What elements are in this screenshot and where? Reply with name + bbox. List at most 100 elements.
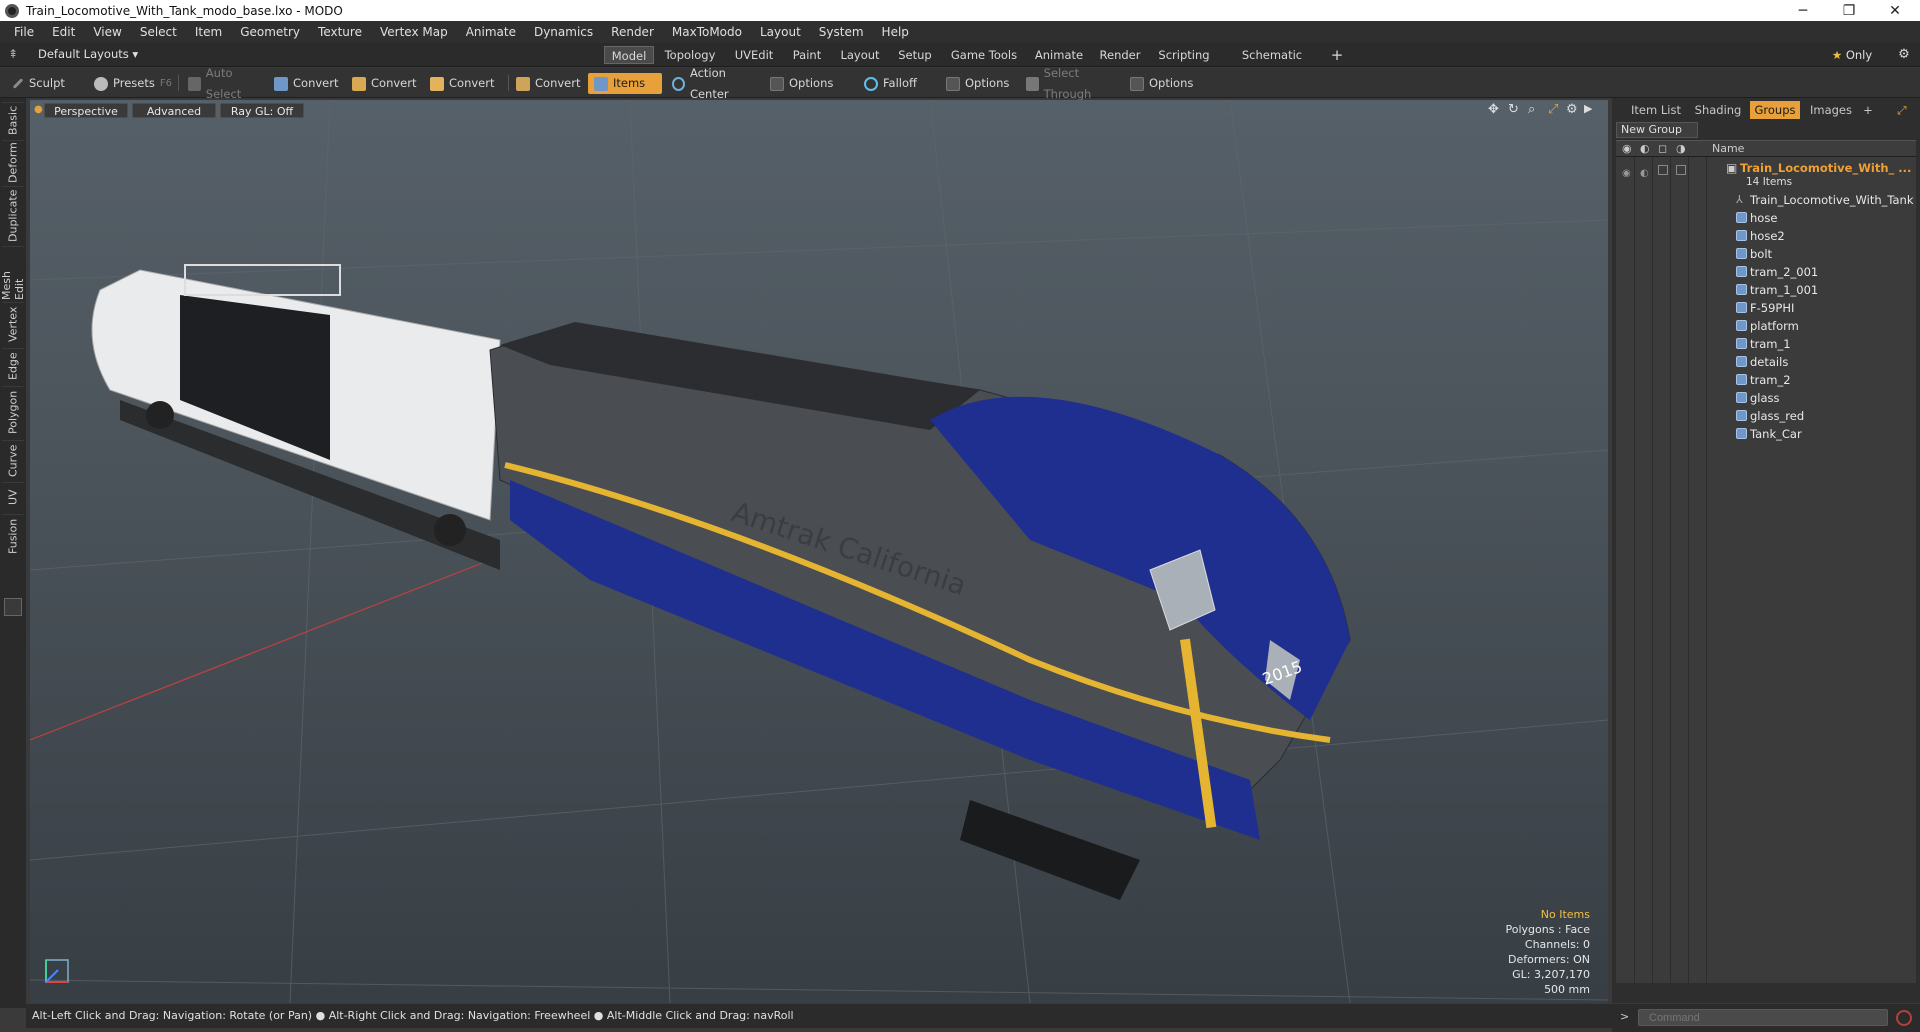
visibility-column-icon[interactable]: ◉ bbox=[1622, 142, 1632, 155]
tab-topology[interactable]: Topology bbox=[658, 46, 722, 64]
list-item[interactable]: F-59PHI bbox=[1616, 299, 1916, 317]
list-item[interactable]: ⅄ Train_Locomotive_With_Tank bbox=[1616, 191, 1916, 209]
tab-layout[interactable]: Layout bbox=[834, 46, 886, 64]
menu-texture[interactable]: Texture bbox=[309, 25, 371, 39]
vtab-deform[interactable]: Deform bbox=[2, 140, 24, 184]
tab-images[interactable]: Images bbox=[1804, 101, 1858, 119]
close-button[interactable]: ✕ bbox=[1872, 0, 1918, 21]
zoom-icon[interactable]: ⌕ bbox=[1528, 102, 1535, 117]
render-column-icon[interactable]: ◐ bbox=[1640, 142, 1650, 155]
gear-icon[interactable]: ⚙ bbox=[1894, 46, 1914, 64]
menu-render[interactable]: Render bbox=[602, 25, 663, 39]
select-column-icon[interactable]: ◑ bbox=[1676, 142, 1686, 155]
select-through-button[interactable]: Select Through bbox=[1020, 66, 1122, 101]
render-toggle-icon[interactable]: ◐ bbox=[1640, 165, 1649, 183]
name-column-header[interactable]: Name bbox=[1712, 142, 1744, 155]
layout-collapse-icon[interactable]: ⇞ bbox=[8, 47, 18, 61]
menu-help[interactable]: Help bbox=[873, 25, 918, 39]
falloff-options-button[interactable]: Options bbox=[940, 73, 1020, 94]
vtab-basic[interactable]: Basic bbox=[2, 102, 24, 138]
menu-layout[interactable]: Layout bbox=[751, 25, 810, 39]
record-icon[interactable] bbox=[1896, 1010, 1912, 1026]
tab-setup[interactable]: Setup bbox=[892, 46, 938, 64]
view-mode-button[interactable]: Perspective bbox=[44, 103, 128, 118]
tab-shading[interactable]: Shading bbox=[1690, 101, 1746, 119]
menu-maxtomodo[interactable]: MaxToModo bbox=[663, 25, 751, 39]
menu-animate[interactable]: Animate bbox=[457, 25, 525, 39]
vtab-fusion[interactable]: Fusion bbox=[2, 514, 24, 558]
menu-select[interactable]: Select bbox=[131, 25, 186, 39]
shading-mode-button[interactable]: Advanced bbox=[132, 103, 216, 118]
list-item[interactable]: tram_1 bbox=[1616, 335, 1916, 353]
items-mode-button[interactable]: Items bbox=[588, 73, 662, 94]
new-group-button[interactable]: New Group bbox=[1616, 122, 1698, 138]
panel-expand-icon[interactable]: ⤢ bbox=[1892, 101, 1912, 119]
vtab-vertex[interactable]: Vertex bbox=[2, 302, 24, 346]
action-center-options-button[interactable]: Options bbox=[764, 73, 852, 94]
auto-select-button[interactable]: Auto Select bbox=[182, 66, 266, 101]
menu-dynamics[interactable]: Dynamics bbox=[525, 25, 602, 39]
presets-button[interactable]: Presets F6 bbox=[88, 73, 174, 94]
fit-icon[interactable]: ⤢ bbox=[1548, 102, 1558, 117]
list-item[interactable]: details bbox=[1616, 353, 1916, 371]
list-item[interactable]: tram_2 bbox=[1616, 371, 1916, 389]
falloff-button[interactable]: Falloff bbox=[858, 73, 938, 94]
menu-edit[interactable]: Edit bbox=[43, 25, 84, 39]
only-toggle[interactable]: ★ Only bbox=[1816, 46, 1888, 64]
panel-toggle-icon[interactable] bbox=[4, 598, 22, 616]
tab-schematic-fusion[interactable]: Schematic Fusion bbox=[1222, 46, 1322, 80]
menu-file[interactable]: File bbox=[5, 25, 43, 39]
tab-render[interactable]: Render bbox=[1094, 46, 1146, 64]
convert-polygon-button[interactable]: Convert bbox=[424, 73, 506, 94]
command-input[interactable] bbox=[1638, 1009, 1888, 1026]
tab-game-tools[interactable]: Game Tools bbox=[944, 46, 1024, 64]
list-item[interactable]: Tank_Car bbox=[1616, 425, 1916, 443]
menu-vertex-map[interactable]: Vertex Map bbox=[371, 25, 457, 39]
vtab-mesh-edit[interactable]: Mesh Edit bbox=[0, 246, 26, 300]
list-item[interactable]: hose2 bbox=[1616, 227, 1916, 245]
add-panel-tab-button[interactable]: + bbox=[1860, 101, 1876, 119]
vtab-polygon[interactable]: Polygon bbox=[2, 386, 24, 438]
menu-item[interactable]: Item bbox=[186, 25, 231, 39]
tab-groups[interactable]: Groups bbox=[1750, 101, 1800, 119]
list-item[interactable]: tram_2_001 bbox=[1616, 263, 1916, 281]
convert-vertex-button[interactable]: Convert bbox=[268, 73, 346, 94]
menu-view[interactable]: View bbox=[84, 25, 130, 39]
tab-paint[interactable]: Paint bbox=[786, 46, 828, 64]
select-through-options-button[interactable]: Options bbox=[1124, 73, 1206, 94]
layout-selector[interactable]: Default Layouts ▾ bbox=[38, 47, 138, 61]
pan-icon[interactable]: ✥ bbox=[1488, 102, 1499, 117]
action-center-button[interactable]: Action Center bbox=[666, 66, 760, 101]
vtab-curve[interactable]: Curve bbox=[2, 440, 24, 480]
viewport-expand-icon[interactable]: ▶ bbox=[1584, 102, 1592, 115]
list-item[interactable]: hose bbox=[1616, 209, 1916, 227]
list-item[interactable]: bolt bbox=[1616, 245, 1916, 263]
rotate-icon[interactable]: ↻ bbox=[1508, 102, 1519, 117]
convert-item-button[interactable]: Convert bbox=[510, 73, 586, 94]
list-item[interactable]: glass bbox=[1616, 389, 1916, 407]
convert-edge-button[interactable]: Convert bbox=[346, 73, 424, 94]
list-item[interactable]: platform bbox=[1616, 317, 1916, 335]
tab-animate[interactable]: Animate bbox=[1030, 46, 1088, 64]
group-row[interactable]: ◉ ◐ ▣ Train_Locomotive_With_ ... 14 Item… bbox=[1616, 159, 1916, 189]
tab-uvedit[interactable]: UVEdit bbox=[726, 46, 782, 64]
menu-system[interactable]: System bbox=[810, 25, 873, 39]
minimize-button[interactable]: ─ bbox=[1780, 0, 1826, 21]
tab-scripting[interactable]: Scripting bbox=[1152, 46, 1216, 64]
menu-geometry[interactable]: Geometry bbox=[231, 25, 309, 39]
tab-item-list[interactable]: Item List bbox=[1626, 101, 1686, 119]
lock-column-icon[interactable]: ◻ bbox=[1658, 142, 1667, 155]
add-tab-button[interactable]: + bbox=[1328, 46, 1346, 64]
viewport-menu-icon[interactable]: ● bbox=[34, 104, 43, 115]
raygl-button[interactable]: Ray GL: Off bbox=[220, 103, 304, 118]
viewport-settings-icon[interactable]: ⚙ bbox=[1566, 102, 1578, 117]
vtab-uv[interactable]: UV bbox=[2, 482, 24, 512]
vtab-duplicate[interactable]: Duplicate bbox=[2, 186, 24, 244]
maximize-button[interactable]: ❐ bbox=[1826, 0, 1872, 21]
list-item[interactable]: glass_red bbox=[1616, 407, 1916, 425]
eye-icon[interactable]: ◉ bbox=[1622, 165, 1631, 183]
sculpt-button[interactable]: Sculpt bbox=[6, 73, 88, 94]
select-toggle-icon[interactable] bbox=[1676, 165, 1686, 175]
list-item[interactable]: tram_1_001 bbox=[1616, 281, 1916, 299]
lock-toggle-icon[interactable] bbox=[1658, 165, 1668, 175]
